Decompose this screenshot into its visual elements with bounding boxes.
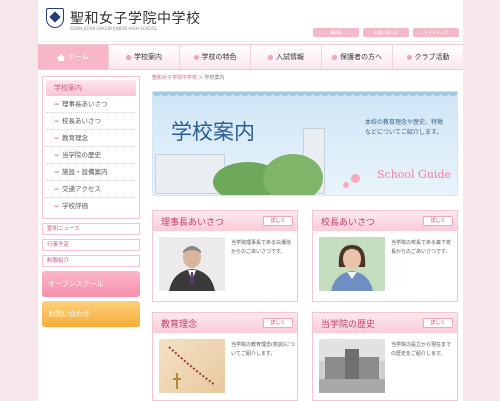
school-crest-logo[interactable]: [46, 8, 64, 28]
bullet-icon: [193, 54, 199, 60]
hero-english-title: School Guide: [377, 168, 451, 181]
rosary-photo[interactable]: [159, 339, 225, 393]
sidebar-item-label: 施設・設備案内: [62, 168, 108, 176]
card-description: 当学院理事長である白瀬信からのごあいさつです。: [231, 240, 291, 255]
nav-item-label: 保護者の方へ: [340, 53, 382, 61]
hero-banner: 学校案内 本校の教育理念や歴史、特徴などについてご紹介します。 School G…: [152, 91, 458, 196]
card-header: 教育理念 詳しく: [153, 313, 297, 333]
house-icon: [57, 53, 66, 61]
nav-item-label: 学校の特色: [201, 53, 237, 61]
principal-portrait[interactable]: [319, 237, 385, 291]
chairman-portrait[interactable]: [159, 237, 225, 291]
sidebar-item-label: 理事長あいさつ: [62, 100, 108, 108]
sidebar-item-label: 当学院の歴史: [62, 151, 102, 159]
sidebar-link-events[interactable]: 行事予定: [42, 239, 140, 251]
sidebar-item-evaluation[interactable]: ➡ 学校評価: [46, 198, 136, 215]
card-principal: 校長あいさつ 詳しく 当学院の校長である森下校長からのごあいさつです。: [312, 210, 458, 302]
utility-links: 事務局 お問い合わせ サイトマップ: [313, 28, 459, 37]
nav-item-label: 学校案内: [134, 53, 162, 61]
site-title[interactable]: 聖和女子学院中学校: [70, 8, 201, 28]
sidebar-item-chairman[interactable]: ➡ 理事長あいさつ: [46, 96, 136, 113]
site-header: 聖和女子学院中学校 SEIWA JOSHI GAKUIN JUNIOR HIGH…: [38, 0, 463, 42]
card-history: 当学院の歴史 詳しく 当学院の設立から現在までの歴史をご紹介します。: [312, 312, 458, 401]
hero-description: 本校の教育理念や歴史、特徴などについてご紹介します。: [365, 119, 444, 136]
bullet-icon: [126, 54, 131, 60]
nav-item-home[interactable]: ホーム: [38, 45, 109, 69]
scallop-border: [153, 92, 457, 100]
card-header: 理事長あいさつ 詳しく: [153, 211, 297, 231]
card-title[interactable]: 当学院の歴史: [321, 317, 375, 330]
site-subtitle: SEIWA JOSHI GAKUIN JUNIOR HIGH SCHOOL: [70, 26, 157, 31]
arrow-right-icon: ➡: [54, 118, 60, 125]
arrow-right-icon: ➡: [54, 101, 60, 108]
util-link-contact[interactable]: お問い合わせ: [363, 28, 409, 37]
card-description: 当学院の設立から現在までの歴史をご紹介します。: [391, 342, 452, 357]
breadcrumb: 聖和女子学院中学校 > 学校案内: [152, 74, 224, 81]
sidebar-item-access[interactable]: ➡ 交通アクセス: [46, 181, 136, 198]
sidebar-item-principal[interactable]: ➡ 校長あいさつ: [46, 113, 136, 130]
nav-item-features[interactable]: 学校の特色: [180, 45, 251, 69]
man-portrait-icon: [169, 246, 215, 291]
card-chairman: 理事長あいさつ 詳しく 当学院理事長である白瀬信からのごあいさつです。: [152, 210, 298, 302]
contact-banner[interactable]: お問い合わせ: [42, 301, 140, 327]
breadcrumb-separator: >: [198, 75, 203, 81]
nav-item-school-guide[interactable]: 学校案内: [109, 45, 180, 69]
nav-item-parents[interactable]: 保護者の方へ: [322, 45, 393, 69]
old-building-icon: [319, 339, 385, 393]
flower-icon: [351, 174, 360, 183]
card-title[interactable]: 校長あいさつ: [321, 215, 375, 228]
bullet-icon: [268, 54, 273, 60]
sidebar-link-uniform[interactable]: 制服紹介: [42, 255, 140, 267]
rosary-icon: [168, 346, 216, 389]
breadcrumb-home-link[interactable]: 聖和女子学院中学校: [152, 75, 197, 81]
nav-item-admissions[interactable]: 入試情報: [251, 45, 322, 69]
hero-title: 学校案内: [171, 120, 255, 144]
old-school-photo[interactable]: [319, 339, 385, 393]
card-title[interactable]: 理事長あいさつ: [161, 215, 224, 228]
bullet-icon: [406, 54, 412, 60]
sidebar-link-news[interactable]: 聖和ニュース: [42, 223, 140, 235]
sidebar-menu: 学校案内 ➡ 理事長あいさつ ➡ 校長あいさつ ➡ 教育理念 ➡ 当学院の歴史 ➡ 施設・…: [42, 76, 140, 219]
tree-image: [263, 154, 323, 195]
sidebar-heading[interactable]: 学校案内: [46, 80, 136, 96]
card-header: 校長あいさつ 詳しく: [313, 211, 457, 231]
nav-item-clubs[interactable]: クラブ活動: [393, 45, 463, 69]
util-link-office[interactable]: 事務局: [313, 28, 359, 37]
card-description: 当学院の校長である森下校長からのごあいさつです。: [391, 240, 451, 255]
sidebar-item-facilities[interactable]: ➡ 施設・設備案内: [46, 164, 136, 181]
page: 聖和女子学院中学校 SEIWA JOSHI GAKUIN JUNIOR HIGH…: [38, 0, 463, 401]
card-philosophy: 教育理念 詳しく 当学院の教育理念(校訓)についてご紹介します。: [152, 312, 298, 401]
util-link-sitemap[interactable]: サイトマップ: [413, 28, 459, 37]
more-button[interactable]: 詳しく: [263, 216, 293, 226]
woman-portrait-icon: [331, 245, 373, 291]
card-description: 当学院の教育理念(校訓)についてご紹介します。: [231, 342, 295, 357]
sidebar-item-label: 教育理念: [62, 134, 89, 142]
arrow-right-icon: ➡: [54, 135, 60, 142]
sidebar-item-label: 校長あいさつ: [62, 117, 102, 125]
nav-item-label: ホーム: [68, 53, 89, 61]
arrow-right-icon: ➡: [54, 203, 60, 210]
nav-item-label: クラブ活動: [414, 53, 450, 61]
sidebar-item-philosophy[interactable]: ➡ 教育理念: [46, 130, 136, 147]
arrow-right-icon: ➡: [54, 169, 60, 176]
sidebar-item-history[interactable]: ➡ 当学院の歴史: [46, 147, 136, 164]
more-button[interactable]: 詳しく: [423, 318, 453, 328]
sidebar: 学校案内 ➡ 理事長あいさつ ➡ 校長あいさつ ➡ 教育理念 ➡ 当学院の歴史 ➡ 施設・…: [42, 76, 140, 327]
arrow-right-icon: ➡: [54, 186, 60, 193]
breadcrumb-current: 学校案内: [204, 75, 225, 81]
more-button[interactable]: 詳しく: [423, 216, 453, 226]
global-nav: ホーム 学校案内 学校の特色 入試情報 保護者の方へ クラブ活動: [38, 44, 463, 70]
bullet-icon: [332, 54, 337, 60]
open-school-banner[interactable]: オープンスクール: [42, 271, 140, 297]
nav-item-label: 入試情報: [276, 53, 304, 61]
sidebar-item-label: 学校評価: [62, 202, 89, 210]
flower-icon: [343, 182, 349, 188]
arrow-right-icon: ➡: [54, 152, 60, 159]
card-header: 当学院の歴史 詳しく: [313, 313, 457, 333]
sidebar-item-label: 交通アクセス: [62, 185, 101, 193]
card-title[interactable]: 教育理念: [161, 317, 197, 330]
more-button[interactable]: 詳しく: [263, 318, 293, 328]
